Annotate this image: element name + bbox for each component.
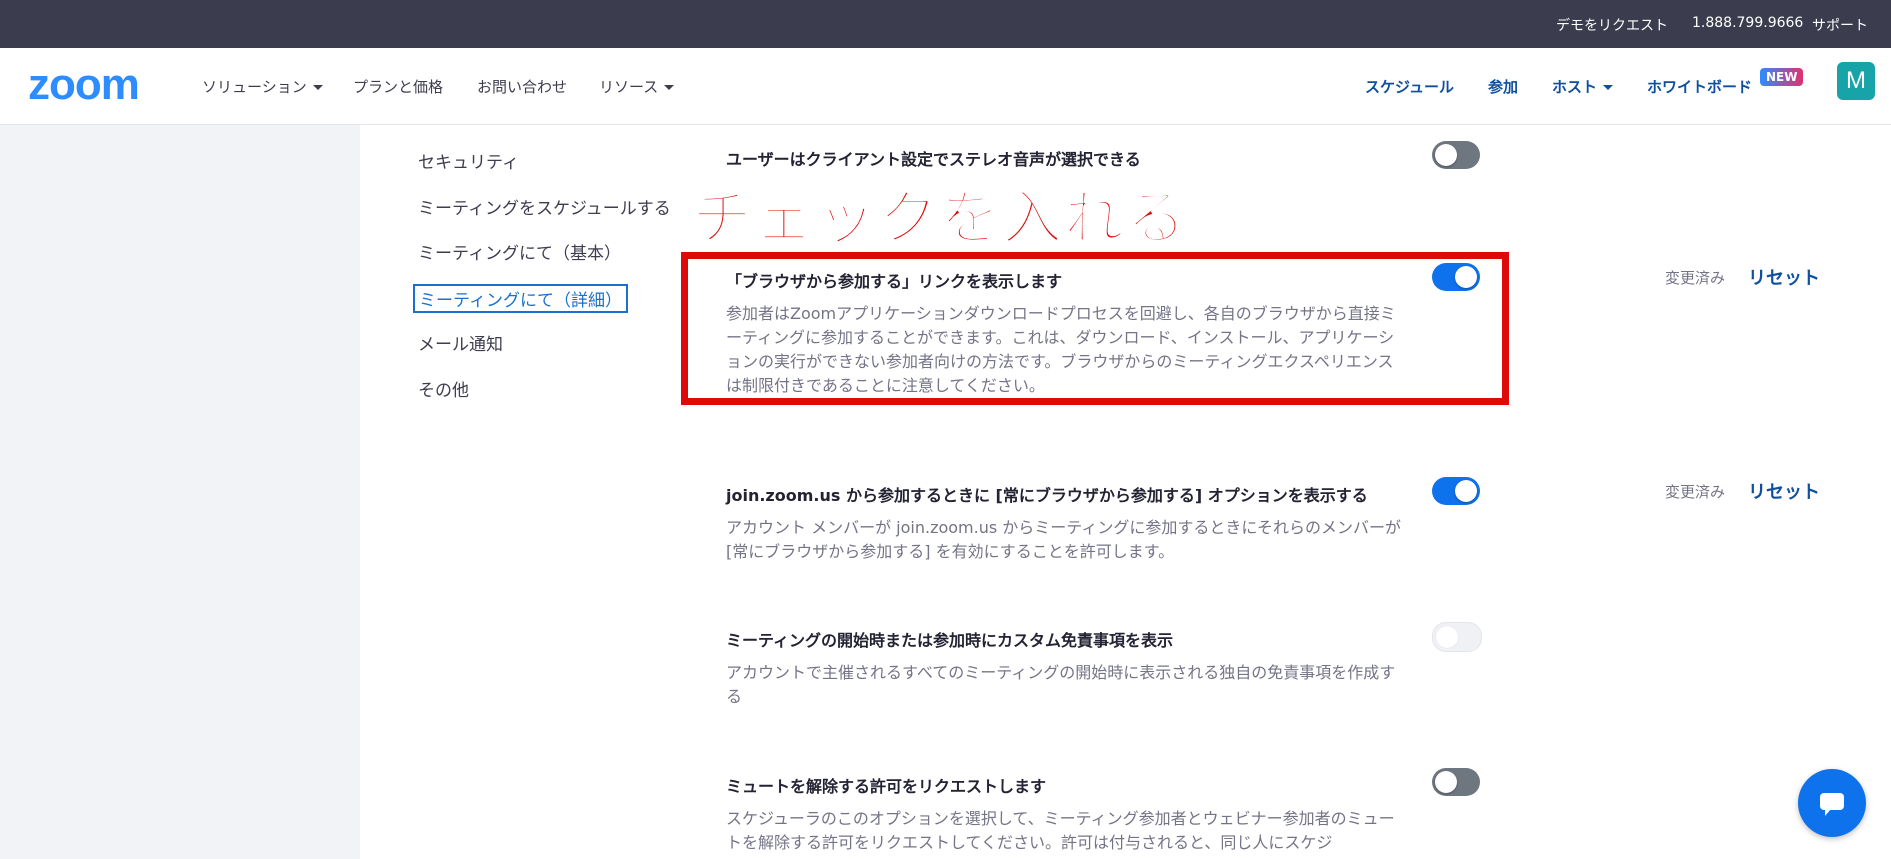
sidebar-item-email-notification[interactable]: メール通知 xyxy=(418,330,503,355)
modified-label: 変更済み xyxy=(1665,269,1726,287)
chevron-down-icon xyxy=(664,85,675,90)
nav-resources-label: リソース xyxy=(599,78,659,96)
top-utility-bar: デモをリクエスト 1.888.799.9666 サポート xyxy=(0,0,1891,48)
toggle-knob xyxy=(1436,626,1458,648)
setting-desc-unmute-permission: スケジューラのこのオプションを選択して、ミーティング参加者とウェビナー参加者のミ… xyxy=(726,809,1395,852)
sidebar-item-in-meeting-advanced[interactable]: ミーティングにて（詳細） xyxy=(413,284,628,313)
sidebar-item-schedule-meeting[interactable]: ミーティングをスケジュールする xyxy=(418,194,671,219)
nav-solutions-label: ソリューション xyxy=(202,78,307,96)
nav-whiteboard[interactable]: ホワイトボード xyxy=(1647,76,1752,97)
modified-label: 変更済み xyxy=(1665,483,1726,501)
reset-button[interactable]: リセット xyxy=(1748,478,1820,504)
nav-plans[interactable]: プランと価格 xyxy=(353,76,443,97)
sidebar-item-in-meeting-basic[interactable]: ミーティングにて（基本） xyxy=(418,239,621,264)
chat-bubble-body xyxy=(1820,793,1844,810)
setting-title-unmute-permission: ミュートを解除する許可をリクエストします xyxy=(726,777,1047,796)
toggle-join-from-browser[interactable] xyxy=(1432,263,1480,291)
annotation-text: チェックを入れる xyxy=(691,183,1188,255)
setting-desc-disclaimer: アカウントで主催されるすべてのミーティングの開始時に表示される独自の免責事項を作… xyxy=(726,663,1396,706)
nav-schedule[interactable]: スケジュール xyxy=(1365,76,1454,97)
chevron-down-icon xyxy=(1603,85,1614,90)
chat-bubble-tail xyxy=(1825,809,1831,816)
toggle-knob xyxy=(1435,144,1457,166)
setting-title-always-browser: join.zoom.us から参加するときに [常にブラウザから参加する] オプ… xyxy=(726,486,1368,505)
nav-host[interactable]: ホスト xyxy=(1552,76,1614,97)
setting-desc-always-browser: アカウント メンバーが join.zoom.us からミーティングに参加するとき… xyxy=(726,518,1402,561)
toggle-knob xyxy=(1455,480,1477,502)
toggle-knob xyxy=(1435,771,1457,793)
chevron-down-icon xyxy=(312,85,323,90)
nav-contact[interactable]: お問い合わせ xyxy=(477,76,567,97)
phone-link[interactable]: 1.888.799.9666 xyxy=(1692,15,1803,31)
sidebar-item-other[interactable]: その他 xyxy=(418,376,469,401)
sidebar-item-security[interactable]: セキュリティ xyxy=(418,148,519,173)
toggle-stereo[interactable] xyxy=(1432,141,1480,169)
setting-title-join-from-browser: 「ブラウザから参加する」リンクを表示します xyxy=(726,272,1063,291)
nav-host-label: ホスト xyxy=(1552,78,1598,96)
toggle-unmute-permission[interactable] xyxy=(1432,768,1480,796)
nav-resources[interactable]: リソース xyxy=(599,76,675,97)
setting-title-disclaimer: ミーティングの開始時または参加時にカスタム免責事項を表示 xyxy=(726,631,1174,650)
setting-desc-join-from-browser: 参加者はZoomアプリケーションダウンロードプロセスを回避し、各自のブラウザから… xyxy=(726,304,1396,395)
zoom-logo[interactable]: zoom xyxy=(28,63,140,107)
reset-button[interactable]: リセット xyxy=(1748,264,1820,290)
nav-solutions[interactable]: ソリューション xyxy=(202,76,323,97)
toggle-always-browser[interactable] xyxy=(1432,477,1480,505)
support-link[interactable]: サポート xyxy=(1812,15,1868,35)
chat-button[interactable] xyxy=(1798,769,1866,837)
nav-join[interactable]: 参加 xyxy=(1488,76,1518,97)
avatar[interactable]: M xyxy=(1837,62,1875,100)
main-navigation: zoom ソリューション プランと価格 お問い合わせ リソース スケジュール 参… xyxy=(0,48,1891,125)
toggle-disclaimer[interactable] xyxy=(1432,622,1482,652)
setting-title-stereo: ユーザーはクライアント設定でステレオ音声が選択できる xyxy=(726,150,1141,169)
request-demo-link[interactable]: デモをリクエスト xyxy=(1556,15,1668,35)
toggle-knob xyxy=(1455,266,1477,288)
new-badge: NEW xyxy=(1760,68,1804,86)
